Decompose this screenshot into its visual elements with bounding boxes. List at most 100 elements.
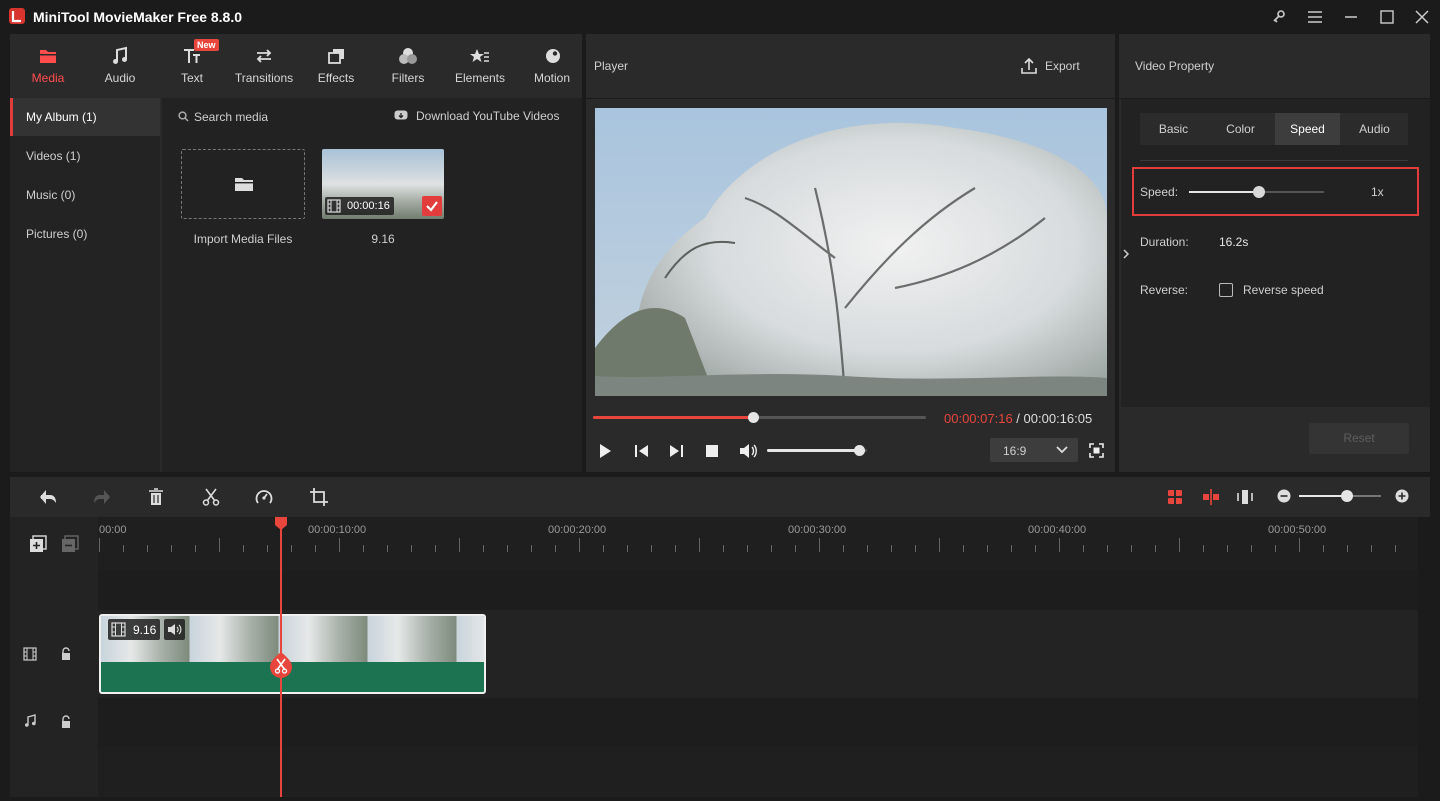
new-badge: New (194, 39, 219, 51)
playback-progress-handle[interactable] (747, 412, 759, 423)
search-input[interactable]: Search media (194, 110, 268, 124)
speed-gauge-icon[interactable] (255, 488, 273, 506)
ruler-tick (1131, 545, 1132, 552)
import-media-tile[interactable] (181, 149, 305, 219)
tool-filters[interactable]: Filters (372, 34, 444, 98)
reset-button[interactable]: Reset (1309, 423, 1409, 454)
speed-slider-fill (1189, 191, 1259, 193)
ruler-tick (147, 545, 148, 552)
zoom-out-icon[interactable] (1277, 489, 1291, 503)
fit-to-timeline-icon[interactable] (1166, 488, 1184, 506)
tool-transitions[interactable]: Transitions (228, 34, 300, 98)
film-icon (327, 199, 341, 213)
tab-audio[interactable]: Audio (1341, 113, 1408, 145)
ruler-tick (1299, 538, 1300, 552)
speed-value: 1x (1371, 185, 1384, 199)
tool-audio[interactable]: Audio (84, 34, 156, 98)
duration-label: Duration: (1140, 235, 1189, 249)
add-track-icon[interactable] (29, 535, 47, 553)
ruler-tick (1275, 545, 1276, 552)
playhead-handle[interactable] (275, 517, 287, 530)
volume-slider-handle[interactable] (853, 445, 865, 456)
tab-color[interactable]: Color (1207, 113, 1274, 145)
ruler-tick (867, 545, 868, 552)
speed-slider-handle[interactable] (1253, 186, 1265, 198)
playhead-split-icon[interactable] (270, 652, 292, 678)
reverse-speed-checkbox[interactable] (1219, 283, 1233, 297)
ruler-tick (363, 545, 364, 552)
volume-slider-fill (767, 449, 859, 452)
video-track-lock-icon[interactable] (60, 647, 72, 661)
tool-effects[interactable]: Effects (300, 34, 372, 98)
zoom-slider-handle[interactable] (1341, 490, 1353, 502)
media-search[interactable]: Search media (162, 100, 362, 132)
crop-icon[interactable] (310, 488, 328, 506)
ruler-tick (795, 545, 796, 552)
undo-icon[interactable] (38, 488, 58, 506)
empty-track (98, 570, 1418, 610)
track-height-icon[interactable] (1236, 488, 1254, 506)
zoom-in-icon[interactable] (1395, 489, 1409, 503)
timeline-video-clip[interactable]: 9.16 (99, 614, 486, 694)
playback-progress-fill (593, 416, 753, 419)
zoom-slider-fill (1299, 495, 1347, 497)
ruler-tick (531, 545, 532, 552)
ruler-tick (1059, 538, 1060, 552)
ruler-label: 00:00:50:00 (1268, 524, 1327, 536)
snap-icon[interactable] (1202, 488, 1220, 506)
main-toolbar: Media Audio New Text Transitions Effects… (10, 34, 582, 98)
speed-label: Speed: (1140, 185, 1179, 199)
menu-icon[interactable] (1307, 10, 1323, 24)
tool-elements[interactable]: Elements (444, 34, 516, 98)
aspect-ratio-select[interactable]: 16:9 (990, 438, 1078, 462)
minimize-icon[interactable] (1343, 10, 1359, 24)
fullscreen-icon (1089, 443, 1104, 458)
ruler-tick (915, 545, 916, 552)
stop-button[interactable] (705, 444, 719, 458)
tool-media[interactable]: Media (12, 34, 84, 98)
tool-text[interactable]: New Text (156, 34, 228, 98)
speed-slider[interactable] (1189, 186, 1324, 198)
key-icon[interactable] (1271, 9, 1287, 25)
sidebar-item-my-album[interactable]: My Album (1) (10, 98, 160, 136)
redo-icon[interactable] (92, 488, 112, 506)
close-icon[interactable] (1414, 9, 1430, 25)
volume-button[interactable] (738, 442, 758, 460)
tab-basic[interactable]: Basic (1140, 113, 1207, 145)
ruler-tick (699, 538, 700, 552)
clip-audio-icon[interactable] (164, 619, 185, 640)
ruler-tick (195, 545, 196, 552)
remove-track-icon[interactable] (61, 535, 79, 553)
play-button[interactable] (597, 443, 613, 459)
volume-slider[interactable] (767, 445, 867, 456)
media-icon (38, 46, 58, 66)
sidebar-item-music[interactable]: Music (0) (10, 176, 160, 214)
timeline-ruler[interactable] (98, 517, 1418, 570)
audio-track-icon (23, 714, 37, 728)
panel-collapse-handle[interactable] (1121, 240, 1131, 268)
media-clip-thumbnail[interactable]: 00:00:16 (322, 149, 444, 219)
ruler-tick (1203, 545, 1204, 552)
zoom-slider[interactable] (1299, 490, 1381, 502)
fullscreen-button[interactable] (1089, 443, 1104, 458)
previous-frame-button[interactable] (634, 443, 650, 459)
split-scissors-icon[interactable] (202, 488, 220, 506)
ruler-label: 00:00:40:00 (1028, 524, 1087, 536)
ruler-tick (339, 538, 340, 552)
clip-duration: 00:00:16 (347, 200, 390, 212)
export-button[interactable]: Export (1015, 54, 1105, 80)
sidebar-item-pictures[interactable]: Pictures (0) (10, 215, 160, 253)
next-frame-button[interactable] (668, 443, 684, 459)
maximize-icon[interactable] (1379, 9, 1395, 25)
sidebar-item-videos[interactable]: Videos (1) (10, 137, 160, 175)
playback-progress-bar[interactable] (593, 412, 926, 423)
ruler-tick (1179, 538, 1180, 552)
time-separator: / (1012, 411, 1024, 426)
tab-speed[interactable]: Speed (1275, 113, 1340, 145)
clip-info-badge: 00:00:16 (325, 197, 394, 215)
download-youtube-button[interactable]: Download YouTube Videos (394, 100, 570, 132)
delete-icon[interactable] (148, 488, 164, 506)
ruler-tick (1035, 545, 1036, 552)
tool-motion[interactable]: Motion (516, 34, 588, 98)
audio-track-lock-icon[interactable] (60, 715, 72, 729)
